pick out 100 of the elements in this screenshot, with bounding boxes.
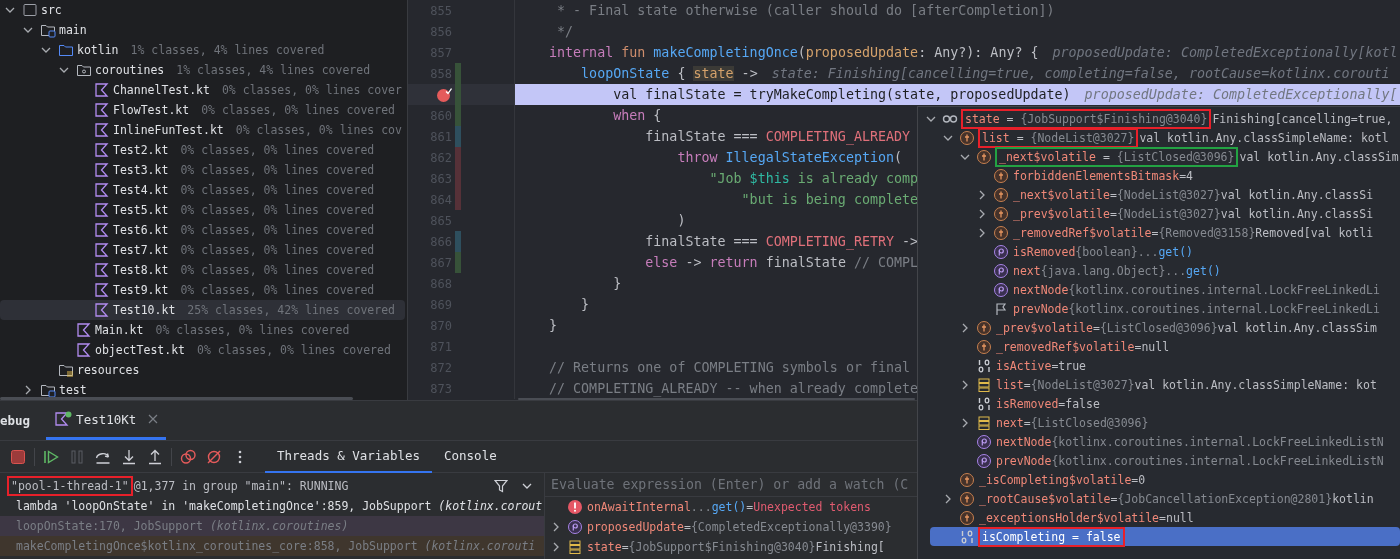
chevron-right-icon[interactable] <box>977 208 987 219</box>
tab[interactable]: Console <box>432 440 509 473</box>
step-out-icon[interactable] <box>147 448 163 465</box>
variable-item[interactable]: isActive=true <box>918 356 1400 375</box>
coverage-label: 0% classes, 0% lines covered <box>201 103 396 117</box>
code-line: // Returns one of COMPLETING symbols or final <box>549 360 911 375</box>
variable-item[interactable]: _next$volatile={NodeList@3027}val kotlin.Any.classSi <box>918 185 1400 204</box>
tree-item[interactable]: Test8.kt 0% classes, 0% lines covered <box>0 260 405 280</box>
scrollbar[interactable] <box>0 397 353 400</box>
variable-item[interactable]: _next$volatile = {ListClosed@3096} val kotlin.Any.classSim <box>918 147 1400 166</box>
chevron-down-icon[interactable] <box>23 25 33 35</box>
tree-item[interactable]: Test2.kt 0% classes, 0% lines covered <box>0 140 405 160</box>
coverage-label: 0% classes, 0% lines covered <box>180 143 375 157</box>
mute-breakpoints-icon[interactable] <box>206 448 222 465</box>
chevron-right-icon[interactable] <box>977 227 987 238</box>
variable-item[interactable]: next={ListClosed@3096} <box>918 413 1400 432</box>
close-icon[interactable] <box>148 414 159 424</box>
tree-item[interactable]: test <box>0 380 405 400</box>
variable-item[interactable]: onAwaitInternal...get()=Unexpected tokens <box>545 497 917 517</box>
variable-item[interactable]: isCompleting = false <box>930 527 1400 546</box>
variable-item[interactable]: nextNode{kotlinx.coroutines.internal.LockFreeLinkedLi <box>918 280 1400 299</box>
tree-item[interactable]: Main.kt 0% classes, 0% lines covered <box>0 320 405 340</box>
tab[interactable]: Threads & Variables <box>265 440 432 473</box>
chevron-right-icon[interactable] <box>977 189 987 200</box>
tree-item[interactable]: Test3.kt 0% classes, 0% lines covered <box>0 160 405 180</box>
field-icon <box>959 490 975 507</box>
tree-item[interactable]: resources <box>0 360 405 380</box>
step-into-icon[interactable] <box>121 448 137 465</box>
chevron-down-icon[interactable] <box>41 45 51 55</box>
tab[interactable]: Test10Kt <box>46 401 167 440</box>
coverage-label: 0% classes, 0% lines cov <box>235 123 402 137</box>
breakpoints-icon[interactable] <box>180 448 196 465</box>
evaluate-field[interactable]: Evaluate expression (Enter) or add a watch (C <box>545 473 917 497</box>
variable-item[interactable]: _rootCause$volatile={JobCancellationException@2801}kotlin <box>918 489 1400 508</box>
variable-item[interactable]: next{java.lang.Object}...get() <box>918 261 1400 280</box>
variable-item[interactable]: _removedRef$volatile={Removed@3158}Removed[val kotli <box>918 223 1400 242</box>
coverage-label: 0% classes, 0% lines covered <box>155 323 350 337</box>
scrollbar[interactable] <box>518 398 915 400</box>
tree-item[interactable]: Test10.kt 25% classes, 42% lines covered <box>0 300 405 320</box>
kotlin-file-icon <box>94 222 110 238</box>
variable-item[interactable]: prevNode{kotlinx.coroutines.internal.LockFreeLinkedListN <box>918 451 1400 470</box>
breakpoint-icon[interactable] <box>436 86 452 103</box>
tree-item[interactable]: src <box>0 0 405 20</box>
annotation-box: list = {NodeList@3027} <box>980 129 1137 146</box>
variable-item[interactable]: _removedRef$volatile=null <box>918 337 1400 356</box>
tree-item[interactable]: Test7.kt 0% classes, 0% lines covered <box>0 240 405 260</box>
variable-item[interactable]: prevNode{kotlinx.coroutines.internal.LockFreeLinkedLi <box>918 299 1400 318</box>
tree-item[interactable]: Test5.kt 0% classes, 0% lines covered <box>0 200 405 220</box>
variable-item[interactable]: _prev$volatile={ListClosed@3096}val kotlin.Any.classSim <box>918 318 1400 337</box>
tree-item[interactable]: objectTest.kt 0% classes, 0% lines covered <box>0 340 405 360</box>
coverage-label: 25% classes, 42% lines covered <box>187 303 396 317</box>
binary-icon <box>976 395 992 412</box>
tree-item[interactable]: main <box>0 20 405 40</box>
variable-item[interactable]: _prev$volatile={NodeList@3027}val kotlin.Any.classSi <box>918 204 1400 223</box>
chevron-down-icon[interactable] <box>5 5 15 15</box>
chevron-down-icon[interactable] <box>59 65 69 75</box>
chevron-right-icon[interactable] <box>960 379 970 390</box>
annotation-box: _next$volatile = {ListClosed@3096} <box>997 148 1237 165</box>
variable-item[interactable]: nextNode{kotlinx.coroutines.internal.LockFreeLinkedListN <box>918 432 1400 451</box>
code-line: else -> return finalState // COMPL <box>644 255 919 270</box>
chevron-right-icon[interactable] <box>23 385 33 395</box>
tree-item[interactable]: FlowTest.kt 0% classes, 0% lines covered <box>0 100 405 120</box>
field-icon <box>976 319 992 336</box>
code-line: throw IllegalStateException( <box>676 150 903 165</box>
chevron-right-icon[interactable] <box>960 322 970 333</box>
tree-item[interactable]: ChannelTest.kt 0% classes, 0% lines cover <box>0 80 405 100</box>
chevron-right-icon[interactable] <box>960 417 970 428</box>
variable-item[interactable]: _exceptionsHolder$volatile=null <box>918 508 1400 527</box>
property-icon <box>976 433 992 450</box>
chevron-right-icon[interactable] <box>551 542 561 552</box>
variable-item[interactable]: _isCompleting$volatile=0 <box>918 470 1400 489</box>
chevron-right-icon[interactable] <box>943 493 953 504</box>
stack-icon <box>976 376 992 393</box>
resume-icon[interactable] <box>43 448 59 465</box>
field-icon <box>959 471 975 488</box>
variable-item[interactable]: isRemoved=false <box>918 394 1400 413</box>
kotlin-file-icon <box>76 342 92 358</box>
inlay-hint: proposedUpdate: CompletedExceptionally[kotl <box>1052 45 1398 60</box>
chevron-right-icon[interactable] <box>551 522 561 532</box>
variable-item[interactable]: state = {JobSupport$Finishing@3040} Finishing[cancelling=true, <box>918 109 1400 128</box>
module-folder-icon <box>40 22 56 38</box>
tree-item[interactable]: InlineFunTest.kt 0% classes, 0% lines cov <box>0 120 405 140</box>
tree-item[interactable]: kotlin 1% classes, 4% lines covered <box>0 40 405 60</box>
tree-item[interactable]: Test6.kt 0% classes, 0% lines covered <box>0 220 405 240</box>
tree-item[interactable]: Test4.kt 0% classes, 0% lines covered <box>0 180 405 200</box>
tree-item[interactable]: Test9.kt 0% classes, 0% lines covered <box>0 280 405 300</box>
thread-selector[interactable]: "pool-1-thread-1" @1,377 in group "main": RUNNING <box>0 476 544 496</box>
variable-item[interactable]: forbiddenElementsBitmask=4 <box>918 166 1400 185</box>
filter-icon[interactable] <box>494 479 508 493</box>
annotation-box: isCompleting = false <box>980 528 1123 545</box>
variable-item[interactable]: isRemoved{boolean}...get() <box>918 242 1400 261</box>
variable-item[interactable]: list={NodeList@3027}val kotlin.Any.classSimpleName: kot <box>918 375 1400 394</box>
variable-item[interactable]: state={JobSupport$Finishing@3040}Finishing[ <box>545 537 917 557</box>
stop-icon[interactable] <box>10 448 26 465</box>
stack-frame[interactable]: lambda 'loopOnState' in 'makeCompletingOnce':859, JobSupport (kotlinx.corout <box>0 496 544 516</box>
variable-item[interactable]: proposedUpdate={CompletedExceptionally@3390} <box>545 517 917 537</box>
chevron-down-icon[interactable] <box>522 481 532 491</box>
code-line: // COMPLETING_ALREADY -- when already complete <box>549 381 919 396</box>
variable-item[interactable]: list = {NodeList@3027} val kotlin.Any.classSimpleName: kotl <box>918 128 1400 147</box>
tree-item[interactable]: coroutines 1% classes, 4% lines covered <box>0 60 405 80</box>
